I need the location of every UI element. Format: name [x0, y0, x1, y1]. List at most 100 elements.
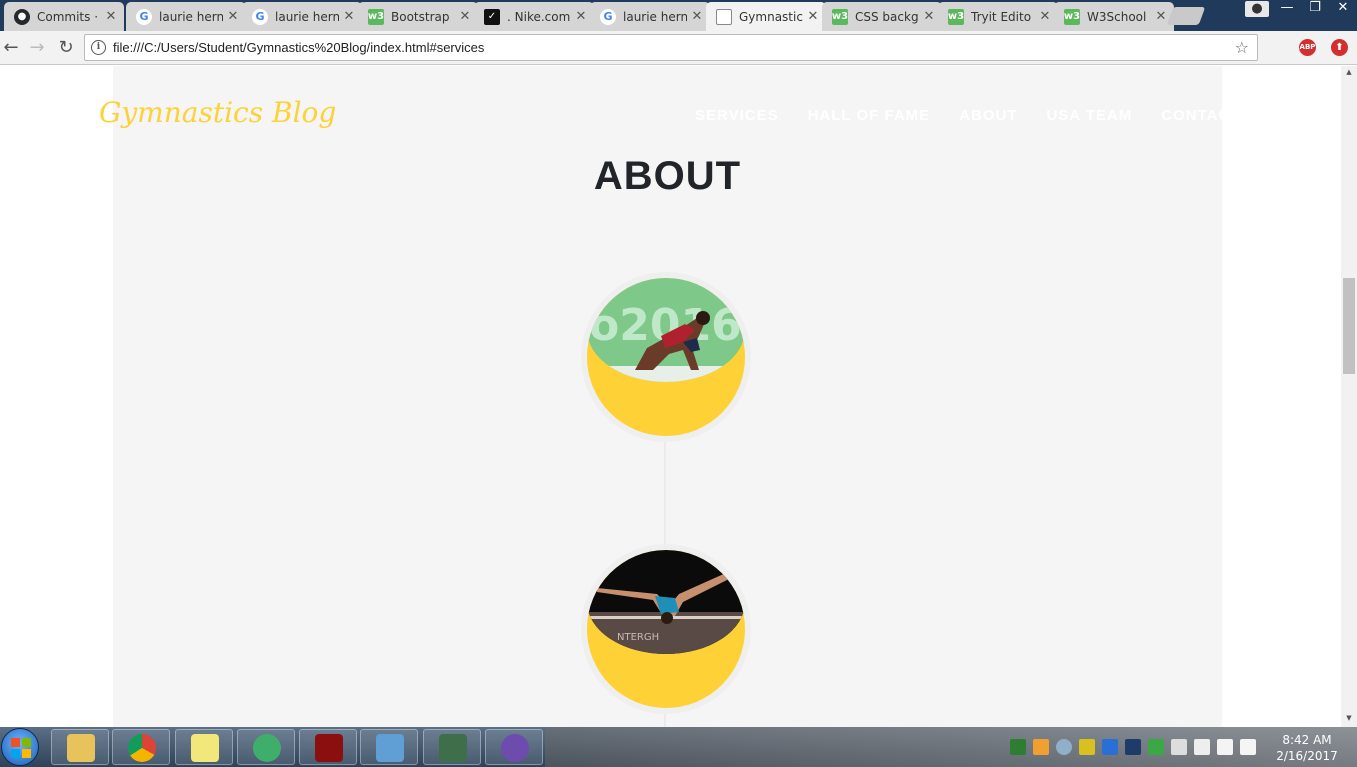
timeline-image-1: o2016	[581, 272, 751, 442]
nav-item-contact[interactable]: CONTACT	[1161, 107, 1222, 124]
tab-title: Tryit Edito	[971, 9, 1032, 24]
taskbar-photo-viewer[interactable]	[360, 729, 418, 765]
browser-tab-strip: ● Commits · ✕ Glaurie hern ✕ Glaurie hern ✕ w3 B…	[0, 0, 1357, 31]
timeline-image-2: NTERGH	[581, 544, 751, 714]
github-icon: ●	[14, 8, 30, 25]
browser-tab[interactable]: ● Commits · ✕	[4, 2, 124, 31]
timeline-circle: NTERGH	[587, 550, 745, 708]
new-tab-button[interactable]	[1166, 7, 1206, 25]
taskbar-atom[interactable]	[237, 729, 295, 765]
tab-title: Commits ·	[37, 9, 99, 24]
browser-tab[interactable]: ✓ . Nike.com ✕	[474, 2, 594, 31]
acrobat-icon	[315, 734, 343, 762]
volume-icon[interactable]	[1194, 739, 1210, 755]
close-tab-icon[interactable]: ✕	[1154, 9, 1168, 24]
network-device-icon[interactable]	[1171, 739, 1187, 755]
action-center-icon[interactable]	[1240, 739, 1256, 755]
w3schools-icon: w3	[1064, 8, 1080, 25]
w3schools-icon: w3	[832, 8, 848, 25]
tray-app-icon[interactable]	[1056, 739, 1072, 755]
profile-icon[interactable]: ●	[1245, 1, 1269, 17]
gymnast-floor-image: o2016	[587, 278, 745, 382]
taskbar-chrome[interactable]	[112, 729, 170, 765]
close-tab-icon[interactable]: ✕	[226, 9, 240, 24]
tab-title: W3School	[1087, 9, 1147, 24]
w3schools-icon: w3	[948, 8, 964, 25]
close-tab-icon[interactable]: ✕	[104, 9, 118, 24]
close-tab-icon[interactable]: ✕	[458, 9, 472, 24]
bluetooth-icon[interactable]	[1102, 739, 1118, 755]
site-brand-logo[interactable]: Gymnastics Blog	[99, 96, 336, 129]
address-bar[interactable]: i file:///C:/Users/Student/Gymnastics%20…	[84, 34, 1258, 61]
taskbar-clock[interactable]: 8:42 AM 2/16/2017	[1272, 732, 1342, 764]
nav-menu: SERVICES HALL OF FAME ABOUT USA TEAM CON…	[695, 107, 1222, 124]
close-tab-icon[interactable]: ✕	[806, 9, 820, 24]
reload-button[interactable]: ↻	[55, 37, 77, 59]
scrollbar-thumb[interactable]	[1343, 278, 1355, 374]
document-icon	[716, 8, 732, 25]
tab-title: CSS backg	[855, 9, 919, 24]
browser-tab[interactable]: w3 W3School ✕	[1054, 2, 1174, 31]
clock-time: 8:42 AM	[1282, 733, 1332, 747]
minimize-button[interactable]: —	[1273, 0, 1301, 18]
page-info-icon[interactable]: i	[91, 40, 106, 55]
close-tab-icon[interactable]: ✕	[574, 9, 588, 24]
browser-tab[interactable]: w3 Tryit Edito ✕	[938, 2, 1058, 31]
extension-upload-icon[interactable]: ⬆	[1331, 39, 1348, 56]
close-tab-icon[interactable]: ✕	[690, 9, 704, 24]
nav-item-usa-team[interactable]: USA TEAM	[1046, 107, 1132, 124]
taskbar-file-explorer[interactable]	[51, 729, 109, 765]
close-window-button[interactable]: ✕	[1329, 0, 1357, 18]
page-scrollbar[interactable]: ▲ ▼	[1341, 66, 1357, 727]
google-icon: G	[252, 8, 268, 25]
tab-title: Bootstrap	[391, 9, 450, 24]
scroll-up-arrow-icon[interactable]: ▲	[1341, 68, 1357, 76]
site-navbar: Gymnastics Blog SERVICES HALL OF FAME AB…	[0, 66, 1222, 166]
w3schools-icon: w3	[368, 8, 384, 25]
svg-text:NTERGH: NTERGH	[617, 632, 659, 643]
restore-button[interactable]: ❐	[1301, 0, 1329, 18]
browser-tab[interactable]: w3 Bootstrap ✕	[358, 2, 478, 31]
browser-tab[interactable]: Gymnastic ✕	[706, 2, 826, 31]
nav-item-about[interactable]: ABOUT	[959, 107, 1017, 124]
start-button[interactable]	[1, 728, 39, 766]
windows-taskbar: 8:42 AM 2/16/2017	[0, 727, 1357, 767]
forward-button[interactable]: →	[26, 37, 48, 59]
tray-app-icon[interactable]	[1148, 739, 1164, 755]
tray-app-icon[interactable]	[1125, 739, 1141, 755]
url-text: file:///C:/Users/Student/Gymnastics%20Bl…	[113, 40, 485, 55]
tab-title: Gymnastic	[739, 9, 803, 24]
browser-tab[interactable]: Glaurie hern ✕	[242, 2, 362, 31]
section-heading: ABOUT	[593, 154, 742, 198]
browser-tab[interactable]: Glaurie hern ✕	[126, 2, 246, 31]
close-tab-icon[interactable]: ✕	[342, 9, 356, 24]
nav-item-hall-of-fame[interactable]: HALL OF FAME	[808, 107, 931, 124]
tab-title: . Nike.com	[507, 9, 571, 24]
tab-title: laurie hern	[275, 9, 339, 24]
browser-tab[interactable]: w3 CSS backg ✕	[822, 2, 942, 31]
taskbar-github-desktop[interactable]	[485, 729, 543, 765]
nav-item-services[interactable]: SERVICES	[695, 107, 779, 124]
back-button[interactable]: ←	[0, 37, 22, 59]
folder-icon	[67, 734, 95, 762]
monitor-icon	[439, 734, 467, 762]
taskbar-acrobat[interactable]	[299, 729, 357, 765]
close-tab-icon[interactable]: ✕	[1038, 9, 1052, 24]
tab-title: laurie hern	[159, 9, 223, 24]
adblock-plus-icon[interactable]: ABP	[1299, 39, 1316, 56]
scroll-down-arrow-icon[interactable]: ▼	[1341, 714, 1357, 722]
tray-app-icon[interactable]	[1033, 739, 1049, 755]
close-tab-icon[interactable]: ✕	[922, 9, 936, 24]
system-tray	[1010, 739, 1256, 755]
github-cat-icon	[501, 734, 529, 762]
photo-viewer-icon	[376, 734, 404, 762]
taskbar-sticky-notes[interactable]	[175, 729, 233, 765]
tray-app-icon[interactable]	[1010, 739, 1026, 755]
bookmark-star-icon[interactable]: ☆	[1235, 38, 1249, 57]
gymnast-beam-image: NTERGH	[587, 550, 745, 654]
tray-app-icon[interactable]	[1079, 739, 1095, 755]
taskbar-remote-app[interactable]	[423, 729, 481, 765]
google-icon: G	[600, 8, 616, 25]
browser-tab[interactable]: Glaurie hern ✕	[590, 2, 710, 31]
signal-icon[interactable]	[1217, 739, 1233, 755]
